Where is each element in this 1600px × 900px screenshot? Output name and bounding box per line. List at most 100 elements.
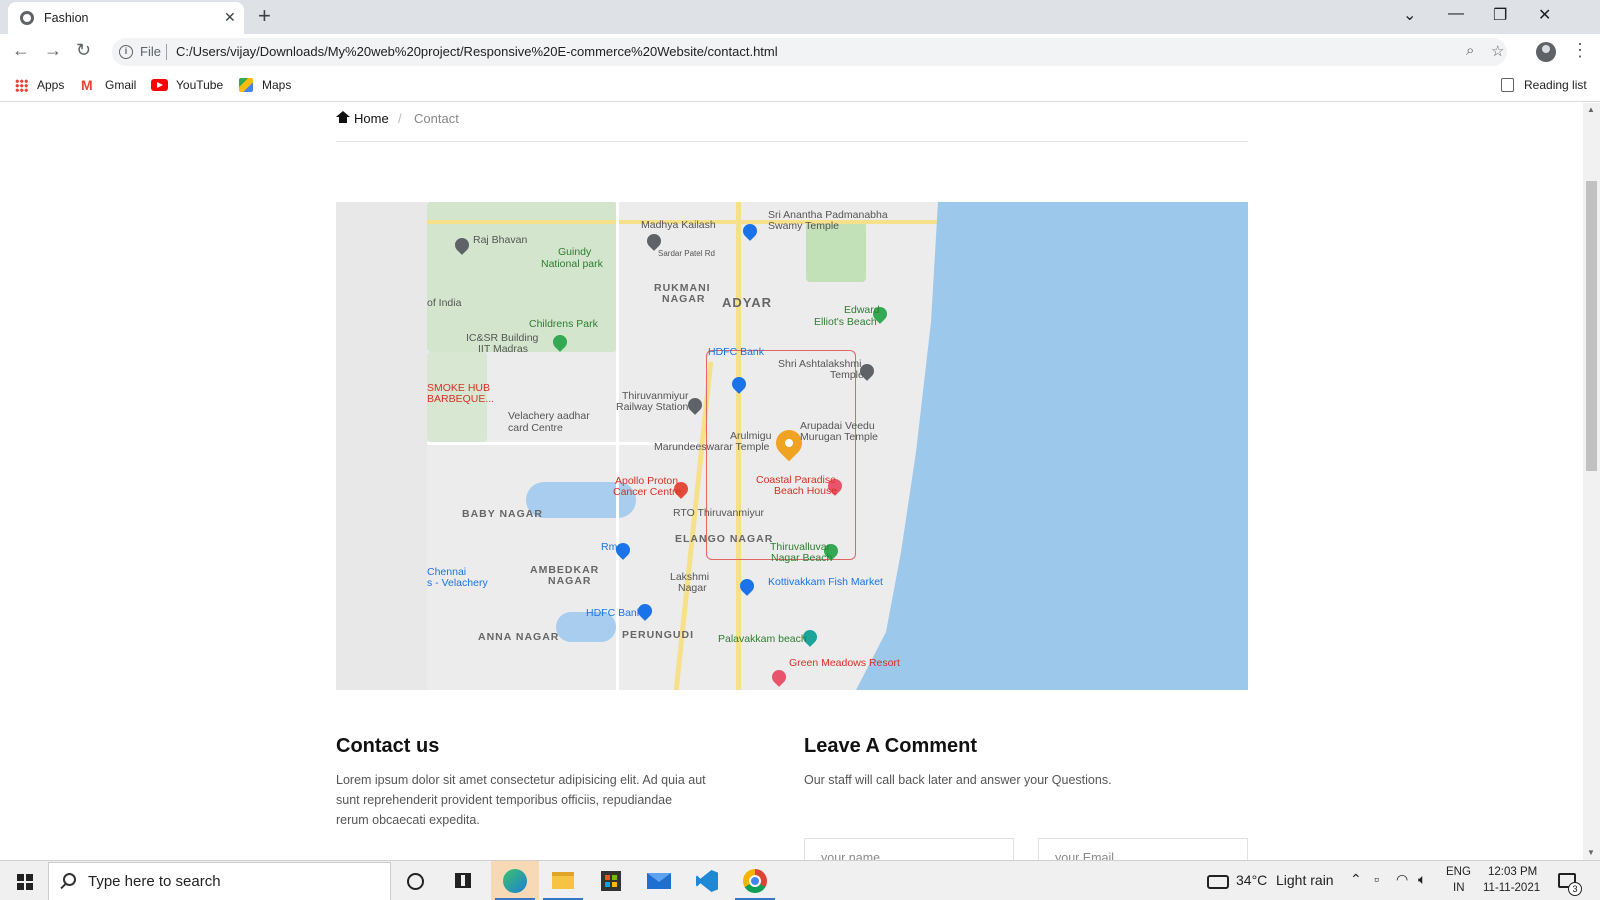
volume-icon[interactable]: 🔈︎ (1418, 871, 1426, 888)
file-label: File (140, 44, 161, 59)
name-field[interactable] (804, 838, 1014, 860)
back-arrow-icon[interactable]: ← (12, 40, 30, 61)
tab-title: Fashion (44, 11, 89, 25)
globe-icon (20, 11, 34, 25)
map-label: Murugan Temple (800, 431, 879, 443)
notification-count-badge: 3 (1568, 882, 1582, 896)
scroll-down-icon[interactable]: ▼ (1587, 848, 1595, 857)
clock-time[interactable]: 12:03 PM (1488, 866, 1537, 878)
zoom-icon[interactable]: ⌕ (1466, 42, 1474, 59)
map-label: of India (427, 297, 462, 309)
contact-description: Lorem ipsum dolor sit amet consectetur a… (336, 773, 706, 827)
omnibox-divider (166, 44, 167, 60)
contact-title: Contact us (336, 735, 440, 757)
map-label: Kottivakkam Fish Market (768, 576, 883, 588)
page-scrollbar[interactable]: ▲ ▼ (1583, 103, 1600, 860)
chrome-taskbar-button[interactable] (731, 861, 779, 900)
reload-icon[interactable]: ↻ (76, 40, 91, 61)
email-field[interactable] (1038, 838, 1248, 860)
comment-subtitle: Our staff will call back later and answe… (804, 773, 1112, 787)
bookmark-gmail[interactable]: Gmail (105, 78, 136, 92)
map-label: Raj Bhavan (473, 234, 528, 246)
map-label: Cancer Centre (613, 486, 682, 498)
breadcrumb-separator: / (398, 111, 402, 126)
edge-icon (503, 869, 527, 893)
browser-tab[interactable]: Fashion ✕ (8, 2, 244, 34)
map-label: Temple (830, 369, 864, 381)
url-text[interactable]: C:/Users/vijay/Downloads/My%20web%20proj… (176, 44, 778, 59)
store-taskbar-button[interactable] (587, 861, 635, 900)
scroll-up-icon[interactable]: ▲ (1587, 105, 1595, 114)
weather-description[interactable]: Light rain (1276, 872, 1334, 888)
task-view-icon[interactable] (455, 873, 471, 888)
mail-taskbar-button[interactable] (635, 861, 683, 900)
windows-taskbar: Type here to search 34°C Light rain ⌃ ▫ … (0, 860, 1600, 900)
breadcrumb-home-link[interactable]: Home (354, 111, 389, 126)
forward-arrow-icon[interactable]: → (44, 40, 62, 61)
menu-kebab-icon[interactable]: ⋮ (1571, 40, 1589, 61)
map-label: Railway Station (616, 401, 689, 413)
bookmark-apps[interactable]: Apps (37, 78, 64, 92)
meet-now-icon[interactable]: ▫ (1374, 871, 1379, 887)
new-tab-button[interactable]: + (258, 3, 271, 29)
taskbar-search-placeholder: Type here to search (88, 873, 221, 890)
weather-icon[interactable] (1207, 875, 1229, 889)
chevron-up-icon[interactable]: ⌃ (1350, 871, 1362, 888)
embedded-map[interactable]: Madhya Kailash Sri Anantha Padmanabha Sw… (336, 202, 1248, 690)
restore-button[interactable]: ❐ (1493, 5, 1507, 25)
map-label: Swamy Temple (768, 220, 839, 232)
browser-toolbar: ← → ↻ i File C:/Users/vijay/Downloads/My… (0, 34, 1600, 70)
weather-temperature[interactable]: 34°C (1236, 872, 1267, 888)
vscode-taskbar-button[interactable] (683, 861, 731, 900)
edge-taskbar-button[interactable] (491, 861, 539, 900)
map-label: RTO Thiruvanmiyur (673, 507, 765, 519)
map-label: Elliot's Beach (814, 316, 877, 328)
map-label: ADYAR (722, 295, 773, 310)
map-label: ANNA NAGAR (478, 631, 560, 643)
map-area-boundary (706, 350, 856, 560)
bookmark-youtube[interactable]: YouTube (176, 78, 223, 92)
taskbar-search-box[interactable]: Type here to search (48, 862, 391, 900)
minimize-button[interactable]: — (1448, 5, 1464, 23)
map-label: BABY NAGAR (462, 508, 543, 520)
map-label: Palavakkam beach (718, 633, 807, 645)
bookmark-maps[interactable]: Maps (262, 78, 291, 92)
language-code[interactable]: ENG (1446, 866, 1471, 878)
tab-search-button[interactable]: ⌄ (1403, 5, 1416, 25)
info-icon[interactable]: i (119, 45, 133, 59)
close-tab-icon[interactable]: ✕ (224, 9, 236, 26)
map-label: Childrens Park (529, 318, 598, 330)
cortana-icon[interactable] (407, 873, 424, 890)
scrollbar-thumb[interactable] (1586, 181, 1597, 471)
vscode-icon (696, 870, 718, 892)
profile-icon[interactable] (1536, 42, 1556, 62)
store-icon (601, 871, 621, 891)
reading-list-button[interactable]: Reading list (1524, 78, 1587, 92)
file-explorer-taskbar-button[interactable] (539, 861, 587, 900)
home-icon[interactable] (336, 111, 350, 123)
address-bar[interactable]: i File C:/Users/vijay/Downloads/My%20web… (112, 38, 1507, 66)
comment-title: Leave A Comment (804, 735, 978, 757)
network-icon[interactable]: ◠ (1396, 871, 1408, 888)
chrome-icon (743, 869, 767, 893)
map-label: Green Meadows Resort (789, 657, 900, 669)
map-label: Rmz (601, 541, 623, 553)
map-label: NAGAR (548, 575, 592, 587)
map-label: HDFC Bank (708, 346, 765, 358)
clock-date[interactable]: 11-11-2021 (1483, 882, 1540, 894)
map-margin (336, 202, 427, 690)
maps-icon (239, 78, 253, 92)
reading-list-icon (1501, 78, 1514, 92)
windows-start-icon[interactable] (17, 874, 33, 890)
breadcrumb-current: Contact (414, 111, 459, 126)
youtube-icon (151, 79, 168, 91)
map-label: Nagar Beach (771, 552, 833, 564)
bookmark-star-icon[interactable]: ☆ (1491, 42, 1504, 60)
map-label: Nagar (678, 582, 707, 594)
map-label: HDFC Bank (586, 607, 643, 619)
language-region[interactable]: IN (1453, 882, 1465, 894)
breadcrumb: Home / Contact (336, 108, 1248, 142)
map-label: NAGAR (662, 293, 706, 305)
close-window-button[interactable]: ✕ (1538, 5, 1551, 25)
apps-grid-icon (15, 79, 28, 92)
